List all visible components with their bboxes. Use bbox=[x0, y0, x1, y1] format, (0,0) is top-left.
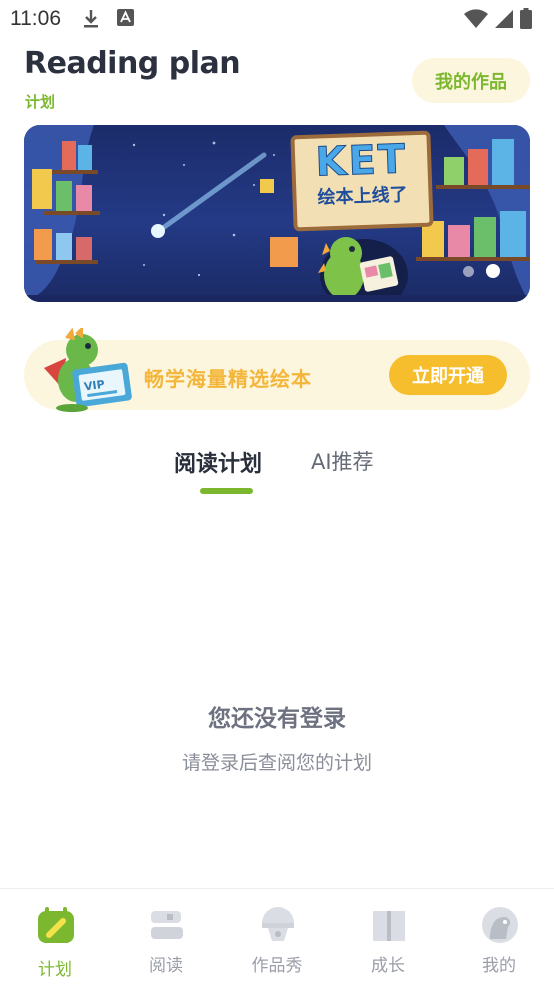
showcase-icon bbox=[262, 907, 294, 941]
my-works-button[interactable]: 我的作品 bbox=[412, 58, 530, 103]
banner-dot-active[interactable] bbox=[486, 264, 500, 278]
nav-label-showcase: 作品秀 bbox=[251, 956, 303, 976]
profile-dino-icon bbox=[482, 907, 518, 943]
page-subtitle: 计划 bbox=[25, 93, 56, 111]
ket-sign: KET 绘本上线了 bbox=[290, 130, 434, 232]
tab-ai-recommend[interactable]: AI推荐 bbox=[311, 446, 374, 476]
status-time: 11:06 bbox=[10, 7, 61, 30]
download-icon bbox=[84, 10, 98, 28]
promo-banner[interactable]: KET 绘本上线了 bbox=[24, 125, 530, 302]
active-tab-indicator bbox=[200, 488, 253, 494]
wifi-icon bbox=[464, 8, 488, 28]
ket-sign-title: KET bbox=[314, 136, 408, 186]
app-notification-icon bbox=[117, 9, 134, 26]
nav-item-growth[interactable]: 成长 bbox=[333, 889, 443, 984]
nav-label-plan: 计划 bbox=[38, 960, 72, 980]
tab-reading-plan[interactable]: 阅读计划 bbox=[174, 446, 262, 478]
empty-state-description: 请登录后查阅您的计划 bbox=[181, 752, 372, 774]
nav-label-profile: 我的 bbox=[482, 956, 516, 976]
books-icon bbox=[151, 911, 183, 939]
status-bar: 11:06 bbox=[0, 0, 554, 38]
nav-label-reading: 阅读 bbox=[149, 956, 183, 976]
growth-book-icon bbox=[373, 911, 405, 941]
nav-item-profile[interactable]: 我的 bbox=[444, 889, 554, 984]
empty-state-title: 您还没有登录 bbox=[208, 706, 346, 732]
banner-pagination bbox=[463, 264, 500, 278]
vip-dino-mascot-icon: VIP bbox=[44, 328, 132, 412]
nav-item-reading[interactable]: 阅读 bbox=[111, 889, 221, 984]
ket-sign-subtitle: 绘本上线了 bbox=[317, 184, 408, 209]
nav-label-growth: 成长 bbox=[371, 956, 405, 976]
plan-icon bbox=[38, 907, 74, 943]
battery-icon bbox=[520, 8, 532, 29]
nav-item-showcase[interactable]: 作品秀 bbox=[222, 889, 332, 984]
nav-item-plan[interactable]: 计划 bbox=[0, 889, 110, 984]
banner-dot[interactable] bbox=[463, 265, 474, 277]
banner-illustration bbox=[24, 125, 530, 302]
vip-activate-button[interactable]: 立即开通 bbox=[389, 355, 507, 395]
bottom-nav: 计划 阅读 作品秀 成长 我的 bbox=[0, 888, 554, 984]
page-title: Reading plan bbox=[24, 46, 241, 81]
signal-icon bbox=[495, 9, 513, 28]
vip-promo-text: 畅学海量精选绘本 bbox=[144, 367, 312, 391]
